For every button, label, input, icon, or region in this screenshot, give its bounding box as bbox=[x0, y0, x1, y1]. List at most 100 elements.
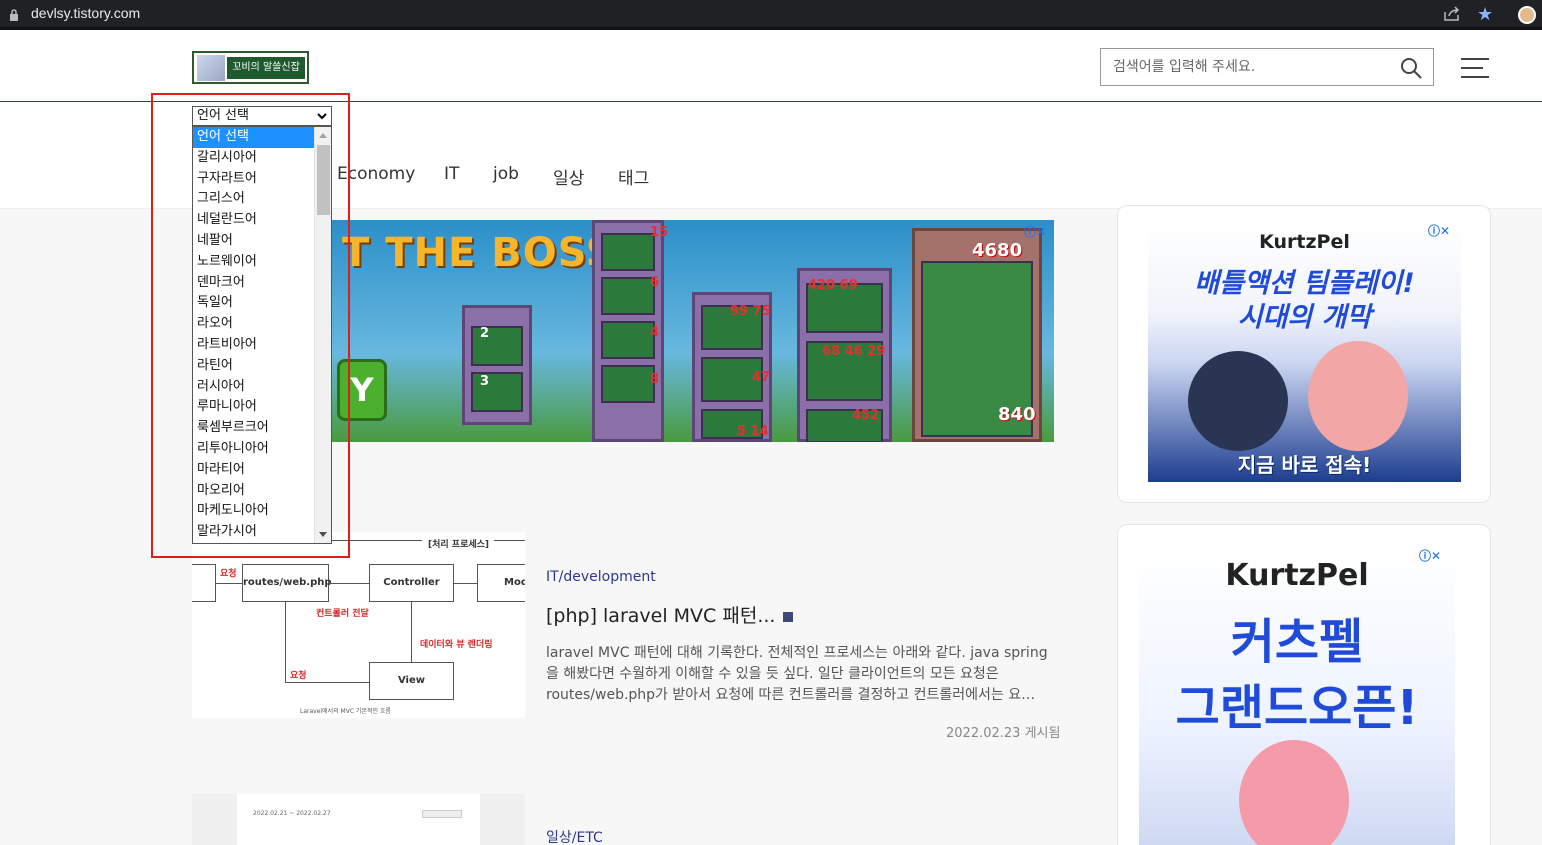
thumb-date: 2022.02.21 ~ 2022.02.27 bbox=[253, 810, 331, 817]
ad-number: 99 75 bbox=[730, 304, 771, 319]
ad-play-button[interactable]: Y bbox=[337, 359, 387, 421]
language-dropdown-list[interactable]: 언어 선택 갈리시아어 구자라트어 그리스어 네덜란드어 네팔어 노르웨이어 덴… bbox=[192, 126, 332, 544]
post-title-row[interactable]: [php] laravel MVC 패턴... bbox=[546, 601, 794, 628]
scrollbar-thumb[interactable] bbox=[317, 145, 330, 215]
language-option[interactable]: 노르웨이어 bbox=[193, 252, 314, 273]
ad-number: 5 14 bbox=[737, 424, 769, 439]
search-input[interactable] bbox=[1113, 57, 1383, 77]
diagram-client-box bbox=[192, 564, 216, 602]
address-bar-url[interactable]: devlsy.tistory.com bbox=[31, 5, 140, 21]
new-badge-icon bbox=[783, 611, 794, 622]
ad-character bbox=[1239, 740, 1349, 845]
search-box bbox=[1100, 48, 1434, 86]
language-option[interactable]: 마케도니아어 bbox=[193, 501, 314, 522]
language-option[interactable]: 라오어 bbox=[193, 314, 314, 335]
diagram-label: 요청 bbox=[290, 671, 307, 681]
nav-item-it[interactable]: IT bbox=[444, 164, 459, 184]
language-option[interactable]: 네팔어 bbox=[193, 231, 314, 252]
ad-info-icon[interactable]: ⓘ✕ bbox=[1419, 547, 1441, 564]
language-option[interactable]: 룩셈부르크어 bbox=[193, 418, 314, 439]
language-option[interactable]: 라트비아어 bbox=[193, 335, 314, 356]
site-header: 꼬비의 알쓸신잡 bbox=[0, 33, 1542, 102]
ad-logo: KurtzPel bbox=[1259, 231, 1350, 253]
scroll-down-arrow-icon[interactable] bbox=[319, 532, 327, 537]
diagram-label: 데이터와 뷰 렌더링 bbox=[420, 640, 493, 650]
thumb-card: 2022.02.21 ~ 2022.02.27 bbox=[237, 794, 480, 845]
dropdown-scrollbar[interactable] bbox=[314, 127, 331, 543]
hero-tower bbox=[462, 305, 532, 425]
side-ad-kurtzpel-1[interactable]: KurtzPel 배틀액션 팀플레이! 시대의 개막 지금 바로 접속! ⓘ✕ bbox=[1148, 221, 1461, 482]
post-excerpt: laravel MVC 패턴에 대해 기록한다. 전체적인 프로세스는 아래와 … bbox=[546, 645, 1048, 703]
ad-number: 47 bbox=[752, 370, 771, 385]
diagram-label: 요청 bbox=[220, 569, 237, 579]
post-date: 2022.02.23 게시됨 bbox=[946, 726, 1061, 741]
language-select[interactable]: 언어 선택 bbox=[192, 106, 332, 126]
ad-number: 68 46 29 bbox=[822, 344, 886, 359]
ad-number: 15 bbox=[650, 225, 669, 240]
logo-image bbox=[197, 55, 225, 81]
diagram-routes-box: routes/web.php bbox=[242, 564, 332, 602]
post-title[interactable]: [php] laravel MVC 패턴... bbox=[546, 605, 775, 627]
diagram-controller-box: Controller bbox=[369, 564, 454, 602]
post-category[interactable]: IT/development bbox=[546, 569, 656, 585]
language-option[interactable]: 마라티어 bbox=[193, 460, 314, 481]
post-thumbnail-2[interactable]: 2022.02.21 ~ 2022.02.27 bbox=[192, 794, 525, 845]
language-option[interactable]: 마오리어 bbox=[193, 481, 314, 502]
language-option[interactable]: 구자라트어 bbox=[193, 169, 314, 190]
post-category-2[interactable]: 일상/ETC bbox=[546, 827, 603, 845]
language-option[interactable]: 그리스어 bbox=[193, 189, 314, 210]
side-ad-kurtzpel-2[interactable]: KurtzPel 커츠펠 그랜드오픈! ⓘ✕ bbox=[1139, 546, 1455, 845]
language-option[interactable]: 네덜란드어 bbox=[193, 210, 314, 231]
nav-item-job[interactable]: job bbox=[493, 164, 519, 184]
diagram-caption: Laravel에서의 MVC 기본적인 흐름 bbox=[300, 708, 391, 715]
language-option[interactable]: 언어 선택 bbox=[193, 127, 314, 148]
language-option[interactable]: 리투아니아어 bbox=[193, 439, 314, 460]
language-option[interactable]: 독일어 bbox=[193, 293, 314, 314]
thumb-pager bbox=[422, 810, 462, 818]
ad-character-1 bbox=[1188, 351, 1288, 451]
scroll-up-arrow-icon[interactable] bbox=[319, 133, 327, 138]
language-option[interactable]: 러시아어 bbox=[193, 377, 314, 398]
hamburger-menu-icon[interactable] bbox=[1461, 57, 1489, 79]
chevron-down-icon bbox=[317, 113, 327, 120]
ad-logo: KurtzPel bbox=[1225, 558, 1369, 593]
ad-number: 4680 bbox=[972, 240, 1023, 261]
ad-line-2: 시대의 개막 bbox=[1237, 302, 1372, 333]
ad-number: 452 bbox=[852, 408, 880, 423]
diagram-model-box: Mod bbox=[477, 564, 525, 602]
language-option[interactable]: 갈리시아어 bbox=[193, 148, 314, 169]
ad-info-icon[interactable]: ⓘ✕ bbox=[1024, 223, 1046, 240]
diagram-view-box: View bbox=[369, 662, 454, 700]
ad-number: 8 bbox=[650, 372, 660, 387]
ad-number: 4 bbox=[650, 325, 660, 340]
browser-toolbar: devlsy.tistory.com ★ bbox=[0, 0, 1542, 30]
post-thumbnail-mvc[interactable]: [처리 프로세스] routes/web.php Controller Mod … bbox=[192, 532, 525, 718]
share-icon[interactable] bbox=[1443, 6, 1461, 22]
diagram-label: 컨트롤러 전달 bbox=[316, 609, 369, 619]
ad-number: 420 69 bbox=[808, 278, 858, 293]
ad-headline: T THE BOSS! bbox=[342, 230, 635, 276]
language-option[interactable]: 덴마크어 bbox=[193, 273, 314, 294]
ad-number: 6 bbox=[650, 275, 660, 290]
site-logo[interactable]: 꼬비의 알쓸신잡 bbox=[192, 51, 309, 84]
ad-line-2: 그랜드오픈! bbox=[1175, 680, 1419, 736]
language-option[interactable]: 루마니아어 bbox=[193, 397, 314, 418]
ad-line-1: 커츠펠 bbox=[1230, 614, 1364, 670]
nav-item-economy[interactable]: Economy bbox=[337, 164, 415, 184]
search-icon[interactable] bbox=[1399, 56, 1423, 80]
ad-info-icon[interactable]: ⓘ✕ bbox=[1428, 222, 1450, 239]
nav-item-tag[interactable]: 태그 bbox=[618, 164, 649, 189]
language-option[interactable]: 라틴어 bbox=[193, 356, 314, 377]
lock-icon bbox=[10, 9, 18, 21]
profile-avatar[interactable] bbox=[1518, 6, 1536, 24]
ad-number: 3 bbox=[480, 374, 490, 389]
ad-cta: 지금 바로 접속! bbox=[1237, 453, 1372, 477]
nav-item-daily[interactable]: 일상 bbox=[553, 164, 584, 189]
diagram-group-label: [처리 프로세스] bbox=[428, 540, 490, 550]
language-option[interactable]: 말라가시어 bbox=[193, 522, 314, 543]
logo-text: 꼬비의 알쓸신잡 bbox=[227, 57, 305, 79]
bookmark-star-icon[interactable]: ★ bbox=[1477, 4, 1493, 25]
ad-number: 2 bbox=[480, 326, 490, 341]
ad-number: 840 bbox=[998, 404, 1036, 425]
ad-character-2 bbox=[1308, 341, 1408, 451]
